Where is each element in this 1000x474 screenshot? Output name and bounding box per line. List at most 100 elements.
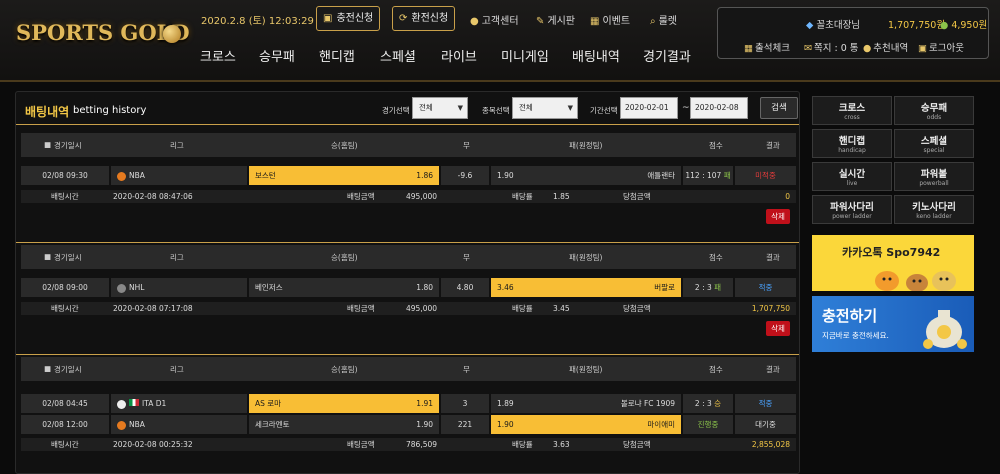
title-divider <box>16 124 799 125</box>
exchange-request-button[interactable]: ⟳ 환전신청 <box>392 6 456 31</box>
delete-button[interactable]: 삭제 <box>766 321 790 336</box>
game-filter-label: 경기선택 <box>382 106 410 115</box>
page-subtitle: betting history <box>73 105 147 116</box>
draw-cell[interactable]: -9.6 <box>441 166 489 185</box>
bet-info-row: 배팅시간 2020-02-08 07:17:08 배팅금액 495,000 배당… <box>21 302 796 315</box>
money-bag-icon <box>923 310 967 349</box>
characters-illustration <box>875 271 956 291</box>
coin-icon: ● <box>940 20 949 31</box>
game-date: 02/08 12:00 <box>21 415 109 434</box>
sport-filter-select[interactable]: 전체 ▼ <box>512 97 578 119</box>
bet-divider <box>16 354 799 355</box>
board-link[interactable]: ✎ 게시판 <box>536 12 575 27</box>
game-league: NHL <box>111 278 247 297</box>
referral-link[interactable]: ● 추천내역 <box>863 40 908 54</box>
nav-results[interactable]: 경기결과 <box>643 46 691 65</box>
game-league: ITA D1 <box>111 394 247 413</box>
roulette-link[interactable]: ⌕ 룰렛 <box>650 12 677 27</box>
side-keno-ladder-button[interactable]: 키노사다리 keno ladder <box>894 195 974 224</box>
wallet-icon: ▣ <box>323 13 333 24</box>
score-cell: 112 : 107 패 <box>683 166 733 185</box>
side-odds-button[interactable]: 승무패 odds <box>894 96 974 125</box>
user-name: ◆ 꼴초대장님 <box>806 20 861 31</box>
search-icon: ⌕ <box>650 16 656 27</box>
away-pick[interactable]: 1.90 마이애미 <box>491 415 681 434</box>
message-link[interactable]: ✉ 쪽지 : 0 통 <box>804 40 859 54</box>
diamond-icon: ◆ <box>806 20 814 31</box>
mail-icon: ✉ <box>804 43 812 54</box>
event-link[interactable]: ▦ 이벤트 <box>590 12 630 27</box>
away-pick[interactable]: 1.90 애틀랜타 <box>491 166 681 185</box>
top-header: SPORTS GOLD 2020.2.8 (토) 12:03:29 ▣ 충전신청 … <box>0 0 1000 82</box>
side-cross-button[interactable]: 크로스 cross <box>812 96 892 125</box>
logo-ball-icon <box>163 25 181 43</box>
nav-bet-history[interactable]: 배팅내역 <box>572 46 620 65</box>
date-separator: ~ <box>682 103 690 113</box>
home-pick[interactable]: AS 로마 1.91 <box>249 394 439 413</box>
score-cell: 2 : 3 승 <box>683 394 733 413</box>
italy-flag-icon <box>129 399 139 406</box>
charge-banner[interactable]: 충전하기 지금바로 충전하세요. <box>812 296 974 352</box>
side-live-button[interactable]: 실시간 live <box>812 162 892 191</box>
nav-live[interactable]: 라이브 <box>441 46 477 65</box>
nav-special[interactable]: 스페셜 <box>380 46 416 65</box>
game-league: NBA <box>111 166 247 185</box>
date-from-input[interactable]: 2020-02-01 <box>620 97 678 119</box>
game-league: NBA <box>111 415 247 434</box>
side-handicap-button[interactable]: 핸디캡 handicap <box>812 129 892 158</box>
lock-icon: ▣ <box>918 43 927 54</box>
calendar-icon: ▦ <box>744 43 753 54</box>
home-pick[interactable]: 베인저스 1.80 <box>249 278 439 297</box>
home-pick[interactable]: 보스턴 1.86 <box>249 166 439 185</box>
date-to-input[interactable]: 2020-02-08 <box>690 97 748 119</box>
select-checkbox[interactable]: ■ <box>44 252 51 261</box>
delete-button[interactable]: 삭제 <box>766 209 790 224</box>
refresh-icon: ⟳ <box>399 13 408 24</box>
side-special-button[interactable]: 스페셜 special <box>894 129 974 158</box>
nav-minigame[interactable]: 미니게임 <box>501 46 549 65</box>
sport-filter-label: 종목선택 <box>482 106 510 115</box>
gift-icon: ▦ <box>590 16 600 27</box>
select-checkbox[interactable]: ■ <box>44 140 51 149</box>
soccer-icon <box>117 399 126 409</box>
nav-odds[interactable]: 승무패 <box>259 46 295 65</box>
away-pick[interactable]: 1.89 볼로냐 FC 1909 <box>491 394 681 413</box>
away-pick[interactable]: 3.46 버팔로 <box>491 278 681 297</box>
draw-cell[interactable]: 221 <box>441 415 489 434</box>
period-filter-label: 기간선택 <box>590 106 618 115</box>
user-info-box: ◆ 꼴초대장님 1,707,750원 ● 4,950원 ▦ 출석체크 ✉ 쪽지 : … <box>717 7 989 59</box>
home-pick[interactable]: 세크라멘토 1.90 <box>249 415 439 434</box>
basketball-icon <box>117 171 126 181</box>
search-button[interactable]: 검색 <box>760 97 798 119</box>
game-date: 02/08 09:30 <box>21 166 109 185</box>
result-cell: 적중 <box>735 394 796 413</box>
bet-info-row: 배팅시간 2020-02-08 00:25:32 배팅금액 786,509 배당… <box>21 438 796 451</box>
person-icon: ● <box>470 16 479 27</box>
customer-center-link[interactable]: ● 고객센터 <box>470 12 519 27</box>
pencil-icon: ✎ <box>536 16 545 27</box>
draw-cell[interactable]: 4.80 <box>441 278 489 297</box>
chevron-down-icon: ▼ <box>457 104 463 112</box>
hockey-icon <box>117 283 126 293</box>
draw-cell[interactable]: 3 <box>441 394 489 413</box>
logout-link[interactable]: ▣ 로그아웃 <box>918 40 964 54</box>
result-cell: 적중 <box>735 278 796 297</box>
kakao-banner[interactable]: 카카오톡 Spo7942 <box>812 235 974 291</box>
result-cell: 미적중 <box>735 166 796 185</box>
result-cell: 대기중 <box>735 415 796 434</box>
attendance-link[interactable]: ▦ 출석체크 <box>744 40 790 54</box>
score-cell: 진행중 <box>683 415 733 434</box>
game-filter-select[interactable]: 전체 ▼ <box>412 97 468 119</box>
nav-handicap[interactable]: 핸디캡 <box>319 46 355 65</box>
select-checkbox[interactable]: ■ <box>44 364 51 373</box>
side-power-ladder-button[interactable]: 파워사다리 power ladder <box>812 195 892 224</box>
chevron-down-icon: ▼ <box>567 104 573 112</box>
basketball-icon <box>117 420 126 430</box>
page-title: 배팅내역 <box>25 105 70 119</box>
bet-header-row: ■ 경기일시 리그 승(홈팀) 무 패(원정팀) 점수 결과 <box>21 245 796 269</box>
nav-cross[interactable]: 크로스 <box>200 46 236 65</box>
user-point: ● 4,950원 <box>940 20 988 31</box>
side-powerball-button[interactable]: 파워볼 powerball <box>894 162 974 191</box>
charge-request-button[interactable]: ▣ 충전신청 <box>316 6 381 31</box>
user-money: 1,707,750원 <box>888 20 946 31</box>
